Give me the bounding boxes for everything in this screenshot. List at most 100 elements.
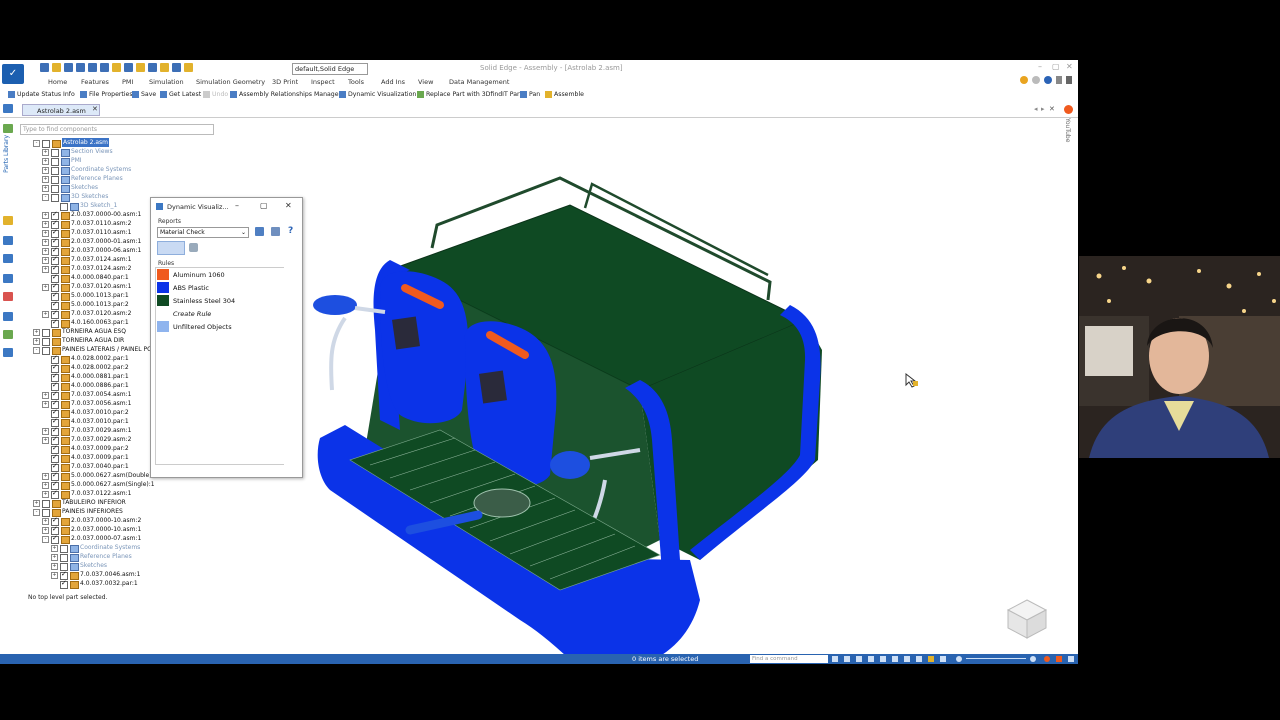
tab-tools[interactable]: Tools bbox=[348, 78, 364, 86]
redo-icon[interactable] bbox=[88, 63, 97, 72]
tab-data-management[interactable]: Data Management bbox=[449, 78, 509, 86]
tree-row[interactable]: +7.0.037.0054.asm:1 bbox=[18, 390, 153, 400]
rule-item[interactable]: Stainless Steel 304 bbox=[156, 294, 283, 306]
youtube-tab[interactable]: YouTube bbox=[1064, 118, 1071, 142]
record-icon[interactable] bbox=[1044, 656, 1050, 662]
tab-features[interactable]: Features bbox=[81, 78, 109, 86]
tree-row[interactable]: 4.0.028.0002.par:1 bbox=[18, 354, 153, 364]
expand-icon[interactable]: + bbox=[51, 545, 58, 552]
close-tab-icon[interactable]: ✕ bbox=[92, 105, 98, 113]
expand-icon[interactable]: + bbox=[42, 428, 49, 435]
tree-row[interactable]: +7.0.037.0120.asm:2 bbox=[18, 309, 153, 319]
dynamic-visualization-button[interactable]: Dynamic Visualization bbox=[339, 91, 416, 98]
settings-icon[interactable] bbox=[1068, 656, 1074, 662]
report-settings-icon[interactable] bbox=[271, 227, 280, 236]
rule-item[interactable]: Aluminum 1060 bbox=[156, 268, 283, 280]
tree-row[interactable]: + TORNEIRA AGUA DIR bbox=[18, 336, 153, 346]
tab-add-ins[interactable]: Add Ins bbox=[381, 78, 405, 86]
configuration-select[interactable]: default,Solid Edge bbox=[292, 63, 368, 75]
tree-row[interactable]: +5.0.000.0627.asm(Double):1 bbox=[18, 471, 157, 481]
save-report-icon[interactable] bbox=[255, 227, 264, 236]
family-icon[interactable] bbox=[3, 236, 13, 245]
expand-icon[interactable]: + bbox=[42, 311, 49, 318]
tree-row[interactable]: 5.0.000.1013.par:2 bbox=[18, 300, 153, 310]
rule-item[interactable]: Unfiltered Objects bbox=[156, 320, 283, 332]
zoom-out-icon[interactable] bbox=[956, 656, 962, 662]
view-style-icon[interactable] bbox=[940, 656, 946, 662]
expand-icon[interactable]: + bbox=[42, 176, 49, 183]
replace-part-button[interactable]: Replace Part with 3DfindIT Part bbox=[417, 91, 522, 98]
tab-simulation[interactable]: Simulation bbox=[149, 78, 184, 86]
tree-row[interactable]: +2.0.037.0000-10.asm:2 bbox=[18, 516, 153, 526]
design-intent-icon[interactable] bbox=[3, 348, 13, 357]
relationships-manager-button[interactable]: Assembly Relationships Manager bbox=[230, 91, 341, 98]
expand-icon[interactable]: + bbox=[42, 185, 49, 192]
rule-item[interactable]: Create Rule bbox=[156, 307, 283, 319]
view-cube[interactable] bbox=[1006, 598, 1048, 640]
tree-row[interactable]: +7.0.037.0110.asm:2 bbox=[18, 219, 153, 229]
tree-row[interactable]: +2.0.037.0000-01.asm:1 bbox=[18, 237, 153, 247]
tree-row[interactable]: +5.0.000.0627.asm(Single):1 bbox=[18, 480, 155, 490]
draft-icon[interactable] bbox=[160, 63, 169, 72]
tree-row[interactable]: +7.0.037.0029.asm:1 bbox=[18, 426, 153, 436]
highlight-toggle[interactable] bbox=[189, 243, 198, 252]
tree-row[interactable]: + Sketches bbox=[18, 183, 153, 193]
tree-row[interactable]: + Sketches bbox=[18, 561, 153, 571]
tree-row[interactable]: 4.0.000.0881.par:1 bbox=[18, 372, 153, 382]
rule-item[interactable]: ABS Plastic bbox=[156, 281, 283, 293]
document-tab[interactable]: Astrolab 2.asm bbox=[22, 104, 100, 116]
expand-icon[interactable]: + bbox=[42, 482, 49, 489]
tab-scroll-left-icon[interactable]: ◂ bbox=[1034, 105, 1038, 113]
fit-icon[interactable] bbox=[856, 656, 862, 662]
zoom-slider[interactable] bbox=[966, 658, 1026, 659]
part-icon[interactable] bbox=[136, 63, 145, 72]
tree-row[interactable]: 4.0.037.0009.par:1 bbox=[18, 453, 153, 463]
expand-icon[interactable]: + bbox=[42, 167, 49, 174]
parts-icon[interactable] bbox=[3, 254, 13, 263]
expand-icon[interactable]: + bbox=[42, 527, 49, 534]
tree-row[interactable]: 4.0.160.0063.par:1 bbox=[18, 318, 153, 328]
tree-row[interactable]: + Reference Planes bbox=[18, 552, 153, 562]
minimize-icon[interactable]: – bbox=[1038, 62, 1042, 71]
expand-icon[interactable]: + bbox=[42, 473, 49, 480]
maximize-icon[interactable]: ▢ bbox=[1052, 62, 1060, 71]
zoom-icon[interactable] bbox=[124, 63, 133, 72]
expand-icon[interactable]: + bbox=[42, 401, 49, 408]
undo-button[interactable]: Undo bbox=[203, 91, 228, 98]
tree-row[interactable]: 4.0.037.0010.par:2 bbox=[18, 408, 153, 418]
tree-row[interactable]: 3D Sketch_1 bbox=[18, 201, 153, 211]
expand-icon[interactable]: + bbox=[42, 266, 49, 273]
record-icon[interactable] bbox=[1064, 105, 1073, 114]
tree-row[interactable]: - PAINEIS INFERIORES bbox=[18, 507, 153, 517]
expand-icon[interactable]: + bbox=[33, 338, 40, 345]
expand-icon[interactable]: + bbox=[42, 518, 49, 525]
zoom-in-icon[interactable] bbox=[1030, 656, 1036, 662]
new-icon[interactable] bbox=[40, 63, 49, 72]
expand-icon[interactable]: + bbox=[42, 491, 49, 498]
expand-icon[interactable]: + bbox=[33, 500, 40, 507]
tree-row[interactable]: +7.0.037.0124.asm:1 bbox=[18, 255, 153, 265]
expand-icon[interactable]: + bbox=[42, 248, 49, 255]
shading-icon[interactable] bbox=[928, 656, 934, 662]
expand-icon[interactable]: + bbox=[42, 284, 49, 291]
maximize-icon[interactable]: ▢ bbox=[260, 201, 268, 210]
expand-icon[interactable]: + bbox=[33, 329, 40, 336]
expand-icon[interactable]: + bbox=[42, 221, 49, 228]
tree-row[interactable]: + TABULEIRO INFERIOR bbox=[18, 498, 153, 508]
undo-icon[interactable] bbox=[76, 63, 85, 72]
tree-row[interactable]: +2.0.037.0000-10.asm:1 bbox=[18, 525, 153, 535]
tree-row[interactable]: +7.0.037.0029.asm:2 bbox=[18, 435, 153, 445]
open-icon[interactable] bbox=[52, 63, 61, 72]
options-icon[interactable] bbox=[1032, 76, 1040, 84]
tab-pmi[interactable]: PMI bbox=[122, 78, 133, 86]
assembly-icon[interactable] bbox=[148, 63, 157, 72]
tab-home[interactable]: Home bbox=[48, 78, 67, 86]
tree-row[interactable]: +7.0.037.0056.asm:1 bbox=[18, 399, 153, 409]
visibility-checkbox[interactable] bbox=[60, 579, 68, 589]
display-icon[interactable] bbox=[916, 656, 922, 662]
zoom-icon[interactable] bbox=[844, 656, 850, 662]
sensors-icon[interactable] bbox=[3, 312, 13, 321]
tree-row[interactable]: - 3D Sketches bbox=[18, 192, 153, 202]
tree-row[interactable]: +7.0.037.0046.asm:1 bbox=[18, 570, 153, 580]
collapse-icon[interactable]: - bbox=[42, 536, 49, 543]
